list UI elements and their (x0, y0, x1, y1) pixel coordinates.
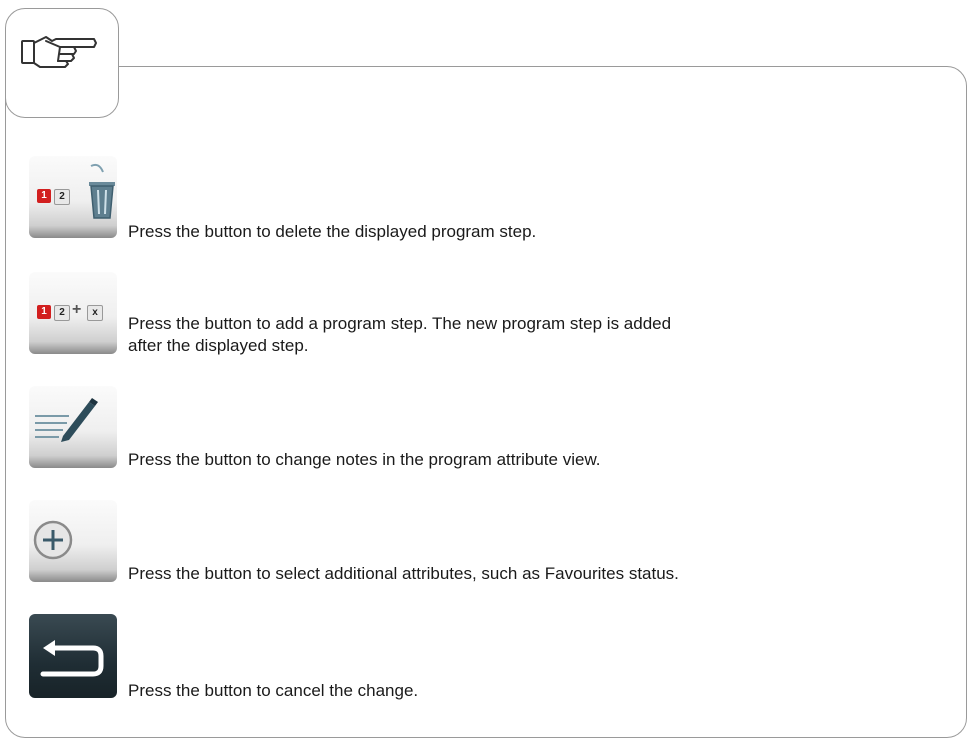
plus-circle-icon (33, 520, 73, 560)
new-step-badge: x (87, 305, 103, 321)
pointing-hand-icon (21, 36, 97, 68)
delete-step-button[interactable]: 1 2 (29, 156, 117, 238)
delete-step-description: Press the button to delete the displayed… (128, 222, 537, 241)
edit-notes-description: Press the button to change notes in the … (128, 450, 601, 469)
back-button[interactable] (29, 614, 117, 698)
add-step-description-line1: Press the button to add a program step. … (128, 314, 672, 333)
step-two-badge: 2 (54, 305, 70, 321)
note-tab (5, 8, 119, 118)
add-attributes-button[interactable] (29, 500, 117, 582)
plus-sign: + (72, 301, 82, 318)
back-arrow-icon (40, 640, 104, 677)
info-frame (5, 66, 967, 738)
add-step-button[interactable]: 1 2 + x (29, 272, 117, 354)
add-attributes-description: Press the button to select additional at… (128, 564, 679, 583)
pen-notes-icon (35, 398, 98, 442)
trash-bin-icon (89, 163, 115, 219)
cancel-description: Press the button to cancel the change. (128, 681, 419, 700)
edit-notes-button[interactable] (29, 386, 117, 468)
step-one-badge: 1 (37, 305, 51, 319)
add-step-description-line2: after the displayed step. (128, 336, 309, 355)
